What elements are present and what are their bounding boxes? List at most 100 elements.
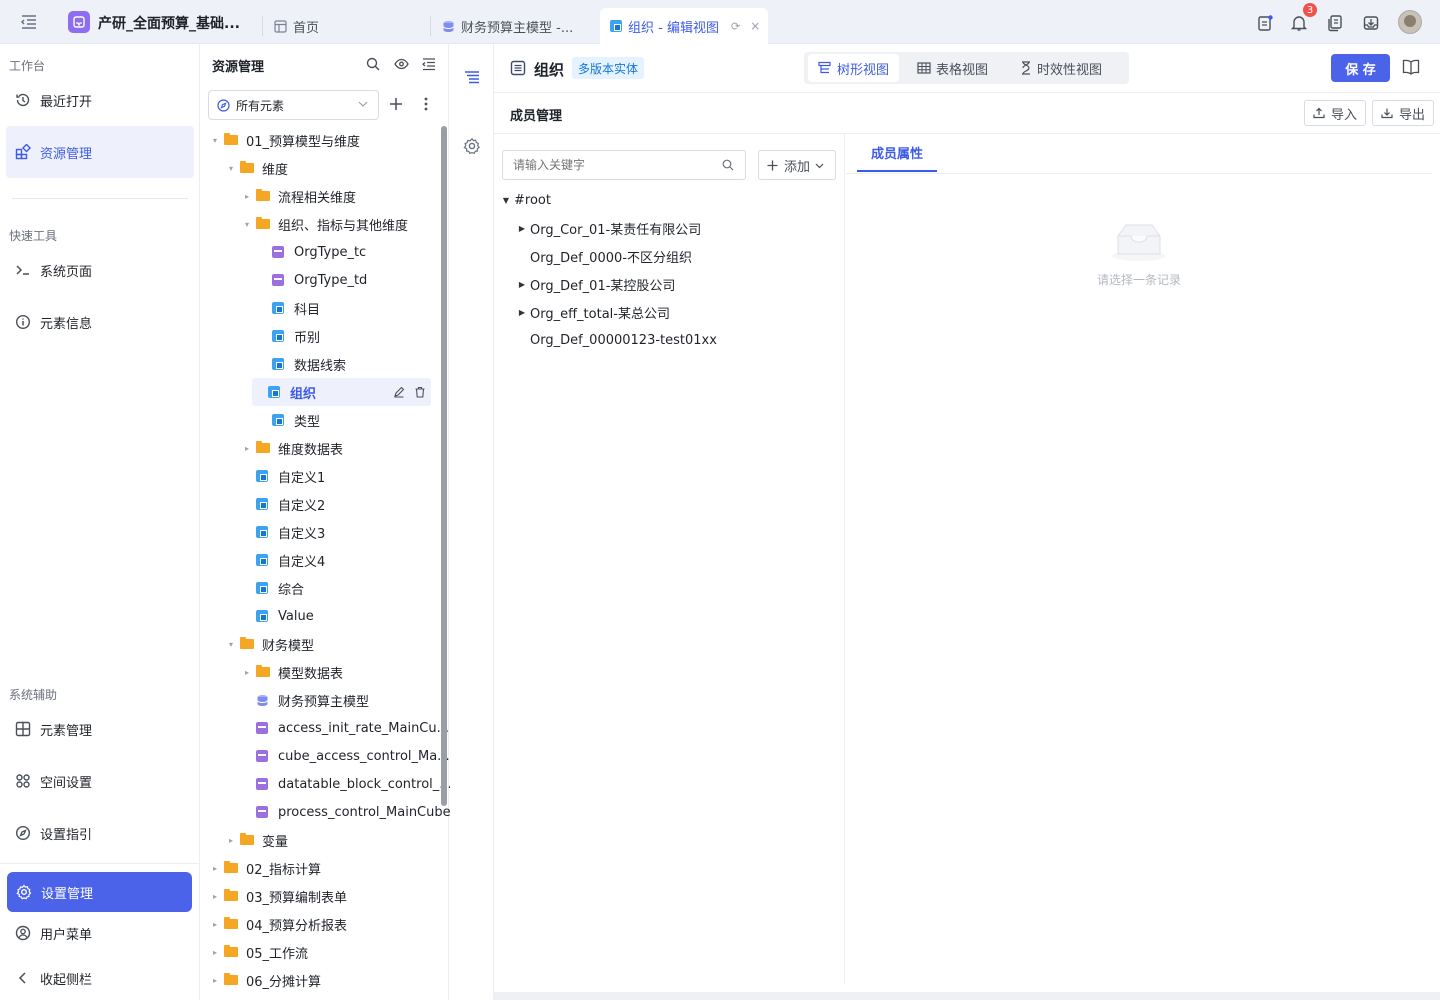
element-filter-select[interactable]: 所有元素 (208, 90, 379, 120)
more-vertical-icon[interactable] (424, 97, 428, 111)
tree-node[interactable]: cube_access_control_Ma... (242, 742, 450, 770)
todo-icon[interactable] (1254, 12, 1276, 34)
member-root-node[interactable]: ▼ #root (498, 186, 551, 214)
member-search-field[interactable] (502, 150, 746, 180)
tree-node[interactable]: ▸ 06_分摊计算 (210, 966, 321, 994)
caret-right-icon[interactable]: ▸ (242, 192, 252, 201)
tree-node[interactable]: ▸ 模型数据表 (242, 658, 343, 686)
caret-right-icon[interactable]: ▸ (210, 976, 220, 985)
tab-tree-view[interactable]: 树形视图 (808, 54, 900, 82)
caret-down-icon[interactable]: ▾ (242, 220, 252, 229)
member-search-input[interactable] (513, 158, 703, 172)
book-guide-icon[interactable] (1402, 59, 1420, 75)
caret-right-icon[interactable]: ▸ (242, 444, 252, 453)
tab-org-edit-view[interactable]: 组织 - 编辑视图 ⟳ × (600, 8, 768, 44)
caret-down-icon[interactable]: ▼ (498, 196, 514, 205)
tree-node[interactable]: 自定义3 (242, 518, 325, 546)
export-button[interactable]: 导出 (1372, 100, 1435, 126)
tree-node[interactable]: 财务预算主模型 (242, 686, 369, 714)
tree-node[interactable]: ▾ 组织、指标与其他维度 (242, 210, 408, 238)
member-node[interactable]: Org_Def_0000-不区分组织 (514, 242, 692, 270)
nav-item-collapse-sidebar[interactable]: 收起侧栏 (6, 958, 194, 998)
collapse-all-icon[interactable] (422, 57, 436, 71)
caret-right-icon[interactable]: ▸ (210, 864, 220, 873)
caret-right-icon[interactable]: ▸ (210, 892, 220, 901)
tree-node[interactable]: ▸ 流程相关维度 (242, 182, 356, 210)
tree-node[interactable]: ▸ 变量 (226, 826, 288, 854)
tab-home[interactable]: 首页 (274, 8, 319, 44)
tree-node[interactable]: process_control_MainCube (242, 798, 451, 826)
edit-pencil-icon[interactable] (393, 386, 405, 398)
nav-item-space-settings[interactable]: 空间设置 (6, 761, 194, 801)
member-node[interactable]: ▶ Org_eff_total-某总公司 (514, 298, 670, 326)
search-icon[interactable] (366, 57, 380, 71)
search-icon[interactable] (722, 159, 734, 171)
tree-node[interactable]: ▾ 维度 (226, 154, 288, 182)
tree-node[interactable]: 自定义4 (242, 546, 325, 574)
tree-node-selected[interactable]: 组织 (252, 378, 431, 406)
save-button[interactable]: 保 存 (1331, 54, 1390, 82)
member-node[interactable]: Org_Def_00000123-test01xx (514, 326, 717, 354)
tree-node[interactable]: 类型 (258, 406, 320, 434)
nav-item-element-management[interactable]: 元素管理 (6, 709, 194, 749)
user-avatar[interactable] (1398, 10, 1422, 34)
tree-node[interactable]: ▸ 04_预算分析报表 (210, 910, 347, 938)
import-button[interactable]: 导入 (1304, 100, 1367, 126)
caret-down-icon[interactable]: ▾ (226, 640, 236, 649)
tree-node[interactable]: ▾ 01_预算模型与维度 (210, 126, 360, 154)
tree-node[interactable]: 币别 (258, 322, 320, 350)
tree-node[interactable]: ▾ 财务模型 (226, 630, 314, 658)
caret-right-icon[interactable]: ▸ (226, 836, 236, 845)
nav-item-system-page[interactable]: 系统页面 (6, 250, 194, 290)
caret-right-icon[interactable]: ▸ (210, 920, 220, 929)
tree-node[interactable]: Value (242, 602, 314, 630)
member-node[interactable]: ▶ Org_Def_01-某控股公司 (514, 270, 676, 298)
tree-node[interactable]: 科目 (258, 294, 320, 322)
nav-item-resource-management[interactable]: 资源管理 (6, 126, 194, 178)
caret-down-icon[interactable]: ▾ (210, 136, 220, 145)
tree-scrollbar[interactable] (441, 126, 447, 806)
caret-right-icon[interactable]: ▶ (514, 308, 530, 317)
member-node[interactable]: ▶ Org_Cor_01-某责任有限公司 (514, 214, 701, 242)
tree-node[interactable]: datatable_block_control_... (242, 770, 452, 798)
nav-item-recent[interactable]: 最近打开 (6, 80, 194, 120)
documents-icon[interactable] (1324, 12, 1346, 34)
add-resource-icon[interactable] (389, 97, 403, 111)
horizontal-scrollbar[interactable] (494, 992, 1440, 1000)
caret-right-icon[interactable]: ▶ (514, 280, 530, 289)
inbox-download-icon[interactable] (1360, 12, 1382, 34)
tree-node[interactable]: OrgType_td (258, 266, 367, 294)
tree-node[interactable]: OrgType_tc (258, 238, 366, 266)
tree-node[interactable]: 综合 (242, 574, 304, 602)
tree-node[interactable]: 自定义2 (242, 490, 325, 518)
nav-item-setup-guide[interactable]: 设置指引 (6, 813, 194, 853)
caret-right-icon[interactable]: ▸ (210, 948, 220, 957)
member-list-icon[interactable] (464, 70, 480, 86)
caret-right-icon[interactable]: ▶ (514, 224, 530, 233)
nav-item-user-menu[interactable]: 用户菜单 (6, 913, 194, 953)
nav-item-element-info[interactable]: 元素信息 (6, 302, 194, 342)
tree-node[interactable]: ▸ 03_预算编制表单 (210, 882, 347, 910)
eye-icon[interactable] (394, 58, 409, 70)
add-member-button[interactable]: 添加 (758, 150, 836, 180)
tab-member-properties[interactable]: 成员属性 (857, 134, 937, 172)
tree-node[interactable]: ▸ 02_指标计算 (210, 854, 321, 882)
tree-node[interactable]: 自定义1 (242, 462, 325, 490)
tree-node[interactable]: 数据线索 (258, 350, 346, 378)
project-title[interactable]: 产研_全面预算_基础... (98, 13, 240, 33)
close-tab-icon[interactable]: × (750, 19, 760, 33)
caret-down-icon[interactable]: ▾ (226, 164, 236, 173)
tab-table-view[interactable]: 表格视图 (907, 54, 998, 82)
tree-node[interactable]: ▸ 05_工作流 (210, 938, 308, 966)
tree-node[interactable]: access_init_rate_MainCu... (242, 714, 449, 742)
menu-collapse-icon[interactable] (20, 14, 38, 30)
settings-gear-icon[interactable] (463, 137, 481, 155)
tab-timeliness-view[interactable]: 时效性视图 (1010, 54, 1112, 82)
panel-title: 资源管理 (212, 60, 265, 75)
tree-node[interactable]: ▸ 维度数据表 (242, 434, 343, 462)
tab-finance-model[interactable]: 财务预算主模型 -... (442, 8, 573, 44)
refresh-icon[interactable]: ⟳ (731, 20, 740, 33)
nav-item-settings-management[interactable]: 设置管理 (7, 872, 192, 912)
caret-right-icon[interactable]: ▸ (242, 668, 252, 677)
delete-trash-icon[interactable] (414, 386, 426, 398)
